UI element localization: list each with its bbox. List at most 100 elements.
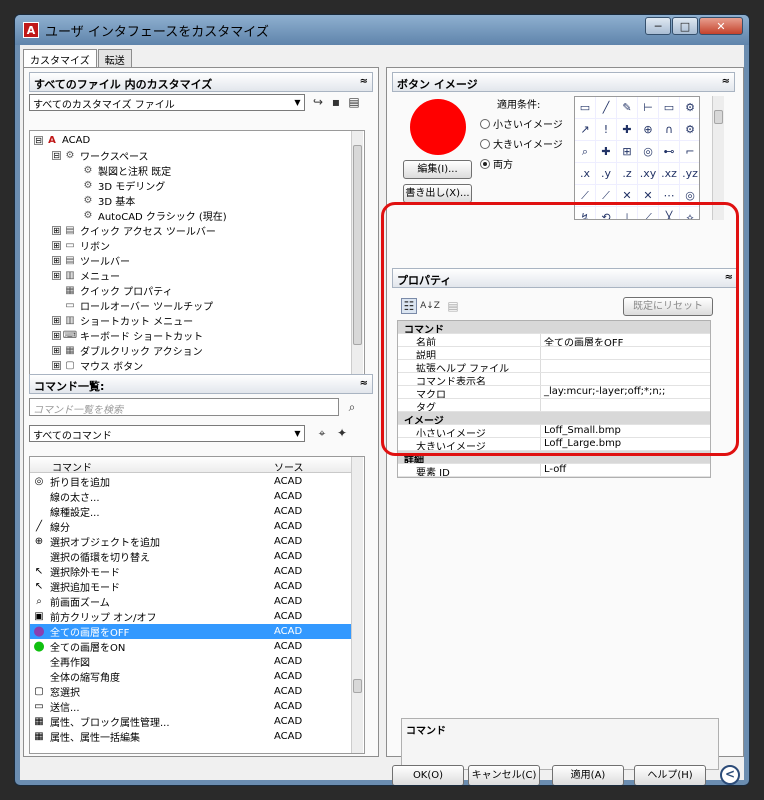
column-source[interactable]: ソース <box>274 459 304 474</box>
command-row[interactable]: ⌕ 前画面ズーム ACAD <box>30 594 351 609</box>
button-image-cell[interactable]: ✎ <box>617 97 638 119</box>
command-row[interactable]: 線種設定... ACAD <box>30 504 351 519</box>
command-list-scrollbar[interactable] <box>351 457 363 753</box>
button-image-cell[interactable]: ⊕ <box>638 119 659 141</box>
search-icon[interactable]: ⌕ <box>344 399 360 415</box>
apply-radio-option[interactable]: 大きいイメージ <box>480 136 563 151</box>
tree-item[interactable]: ▦ クイック プロパティ <box>52 283 172 298</box>
command-list-header[interactable]: コマンド一覧: ≈ <box>29 374 373 394</box>
tree-item[interactable]: ⊞ ▭ リボン <box>52 238 110 253</box>
tree-item[interactable]: ⚙ 3D 基本 <box>70 193 136 208</box>
maximize-button[interactable]: □ <box>672 17 698 35</box>
property-row[interactable]: 要素 ID L-off <box>398 464 710 477</box>
expand-node-icon[interactable]: ⊞ <box>52 331 61 340</box>
radio-icon[interactable] <box>480 158 490 169</box>
command-row[interactable]: ↖ 選択追加モード ACAD <box>30 579 351 594</box>
button-image-cell[interactable]: ▭ <box>575 97 596 119</box>
collapse-icon[interactable]: ≈ <box>360 76 368 87</box>
tab-transfer[interactable]: 転送 <box>97 49 132 68</box>
button-image-cell[interactable]: ⌕ <box>575 141 596 163</box>
command-row[interactable]: 全体の縮写角度 ACAD <box>30 669 351 684</box>
command-row[interactable]: ▦ 属性、ブロック属性管理... ACAD <box>30 714 351 729</box>
expand-node-icon[interactable]: ⊞ <box>52 241 61 250</box>
new-command-icon[interactable]: ✦ <box>334 425 350 441</box>
tree-item[interactable]: ⊟ ⚙ ワークスペース <box>52 148 149 163</box>
close-button[interactable]: ✕ <box>699 17 743 35</box>
button-image-cell[interactable]: .z <box>617 163 638 185</box>
edit-button[interactable]: 編集(I)... <box>403 160 472 179</box>
button-image-cell[interactable]: .x <box>575 163 596 185</box>
dropdown-arrow-icon[interactable]: ▼ <box>292 427 303 440</box>
command-row[interactable]: 線の太さ... ACAD <box>30 489 351 504</box>
button-image-cell[interactable]: .y <box>596 163 617 185</box>
help-button[interactable]: ヘルプ(H) <box>634 765 706 785</box>
command-row[interactable]: ● 全ての画層をOFF ACAD <box>30 624 351 639</box>
command-list-scroll-thumb[interactable] <box>353 679 362 693</box>
customize-panel-header[interactable]: すべてのファイル 内のカスタマイズ ≈ <box>29 72 373 92</box>
collapse-icon[interactable]: ≈ <box>360 378 368 389</box>
button-image-cell[interactable]: ∩ <box>659 119 680 141</box>
command-row[interactable]: ● 全ての画層をON ACAD <box>30 639 351 654</box>
apply-button[interactable]: 適用(A) <box>552 765 624 785</box>
command-row[interactable]: ⊕ 選択オブジェクトを追加 ACAD <box>30 534 351 549</box>
tree-item[interactable]: ⊞ ▢ マウス ボタン <box>52 358 143 373</box>
tree-item[interactable]: ⚙ 3D モデリング <box>70 178 166 193</box>
command-row[interactable]: ▣ 前方クリップ オン/オフ ACAD <box>30 609 351 624</box>
property-value[interactable]: L-off <box>541 464 710 476</box>
button-image-cell[interactable]: ⚙ <box>680 97 699 119</box>
export-button[interactable]: 書き出し(X)... <box>403 184 472 203</box>
button-image-cell[interactable]: ! <box>596 119 617 141</box>
tree-item[interactable]: ⚙ 製図と注釈 既定 <box>70 163 172 178</box>
button-image-cell[interactable]: ⌐ <box>680 141 699 163</box>
expand-node-icon[interactable]: ⊞ <box>52 226 61 235</box>
button-grid-scroll-thumb[interactable] <box>714 110 723 124</box>
button-image-cell[interactable]: ⊢ <box>638 97 659 119</box>
command-row[interactable]: ◎ 折り目を追加 ACAD <box>30 474 351 489</box>
save-icon[interactable]: ▪ <box>328 94 344 110</box>
command-row[interactable]: ╱ 線分 ACAD <box>30 519 351 534</box>
button-image-cell[interactable]: ⊞ <box>617 141 638 163</box>
button-image-cell[interactable]: ⚙ <box>680 119 699 141</box>
tree-item[interactable]: ⊞ ▥ ショートカット メニュー <box>52 313 193 328</box>
collapse-node-icon[interactable]: ⊟ <box>52 151 61 160</box>
tree-item[interactable]: ⊞ ▤ ツールバー <box>52 253 130 268</box>
find-command-icon[interactable]: ⌖ <box>314 425 330 441</box>
dropdown-arrow-icon[interactable]: ▼ <box>292 96 303 109</box>
command-row[interactable]: ▢ 窓選択 ACAD <box>30 684 351 699</box>
button-image-cell[interactable]: ◎ <box>638 141 659 163</box>
tree-scrollbar[interactable] <box>351 131 363 376</box>
command-row[interactable]: ▦ 属性、属性一括編集 ACAD <box>30 729 351 744</box>
button-image-cell[interactable]: ✚ <box>617 119 638 141</box>
open-file-icon[interactable]: ↪ <box>310 94 326 110</box>
minimize-button[interactable]: ─ <box>645 17 671 35</box>
button-image-cell[interactable]: .xy <box>638 163 659 185</box>
tree-item[interactable]: ⊞ ▤ クイック アクセス ツールバー <box>52 223 216 238</box>
command-search-input[interactable]: コマンド一覧を検索 <box>29 398 339 416</box>
command-row[interactable]: ▭ 送信... ACAD <box>30 699 351 714</box>
customization-file-combo[interactable]: すべてのカスタマイズ ファイル ▼ <box>29 94 305 111</box>
button-image-cell[interactable]: ✚ <box>596 141 617 163</box>
collapse-icon[interactable]: ≈ <box>722 76 730 87</box>
tree-item[interactable]: ▭ ロールオーバー ツールチップ <box>52 298 213 313</box>
command-row[interactable]: 全再作図 ACAD <box>30 654 351 669</box>
button-image-cell[interactable]: ╱ <box>596 97 617 119</box>
tree-item[interactable]: ⊞ ▥ メニュー <box>52 268 120 283</box>
column-command[interactable]: コマンド <box>52 459 92 474</box>
button-image-cell[interactable]: ⊷ <box>659 141 680 163</box>
tree-item[interactable]: ⊞ ⌨ キーボード ショートカット <box>52 328 203 343</box>
expand-node-icon[interactable]: ⊞ <box>52 256 61 265</box>
tab-customize[interactable]: カスタマイズ <box>23 49 97 68</box>
cancel-button[interactable]: キャンセル(C) <box>468 765 540 785</box>
tree-item[interactable]: ⊟ A ACAD <box>34 133 90 148</box>
radio-icon[interactable] <box>480 118 490 129</box>
command-filter-combo[interactable]: すべてのコマンド ▼ <box>29 425 305 442</box>
expand-node-icon[interactable]: ⊞ <box>52 361 61 370</box>
button-image-cell[interactable]: ▭ <box>659 97 680 119</box>
tree-scroll-thumb[interactable] <box>353 145 362 345</box>
button-image-cell[interactable]: .yz <box>680 163 699 185</box>
tree-item[interactable]: ⊞ ▦ ダブルクリック アクション <box>52 343 203 358</box>
collapse-node-icon[interactable]: ⊟ <box>34 136 43 145</box>
button-image-header[interactable]: ボタン イメージ ≈ <box>392 72 735 92</box>
button-image-cell[interactable]: ↗ <box>575 119 596 141</box>
ok-button[interactable]: OK(O) <box>392 765 464 785</box>
